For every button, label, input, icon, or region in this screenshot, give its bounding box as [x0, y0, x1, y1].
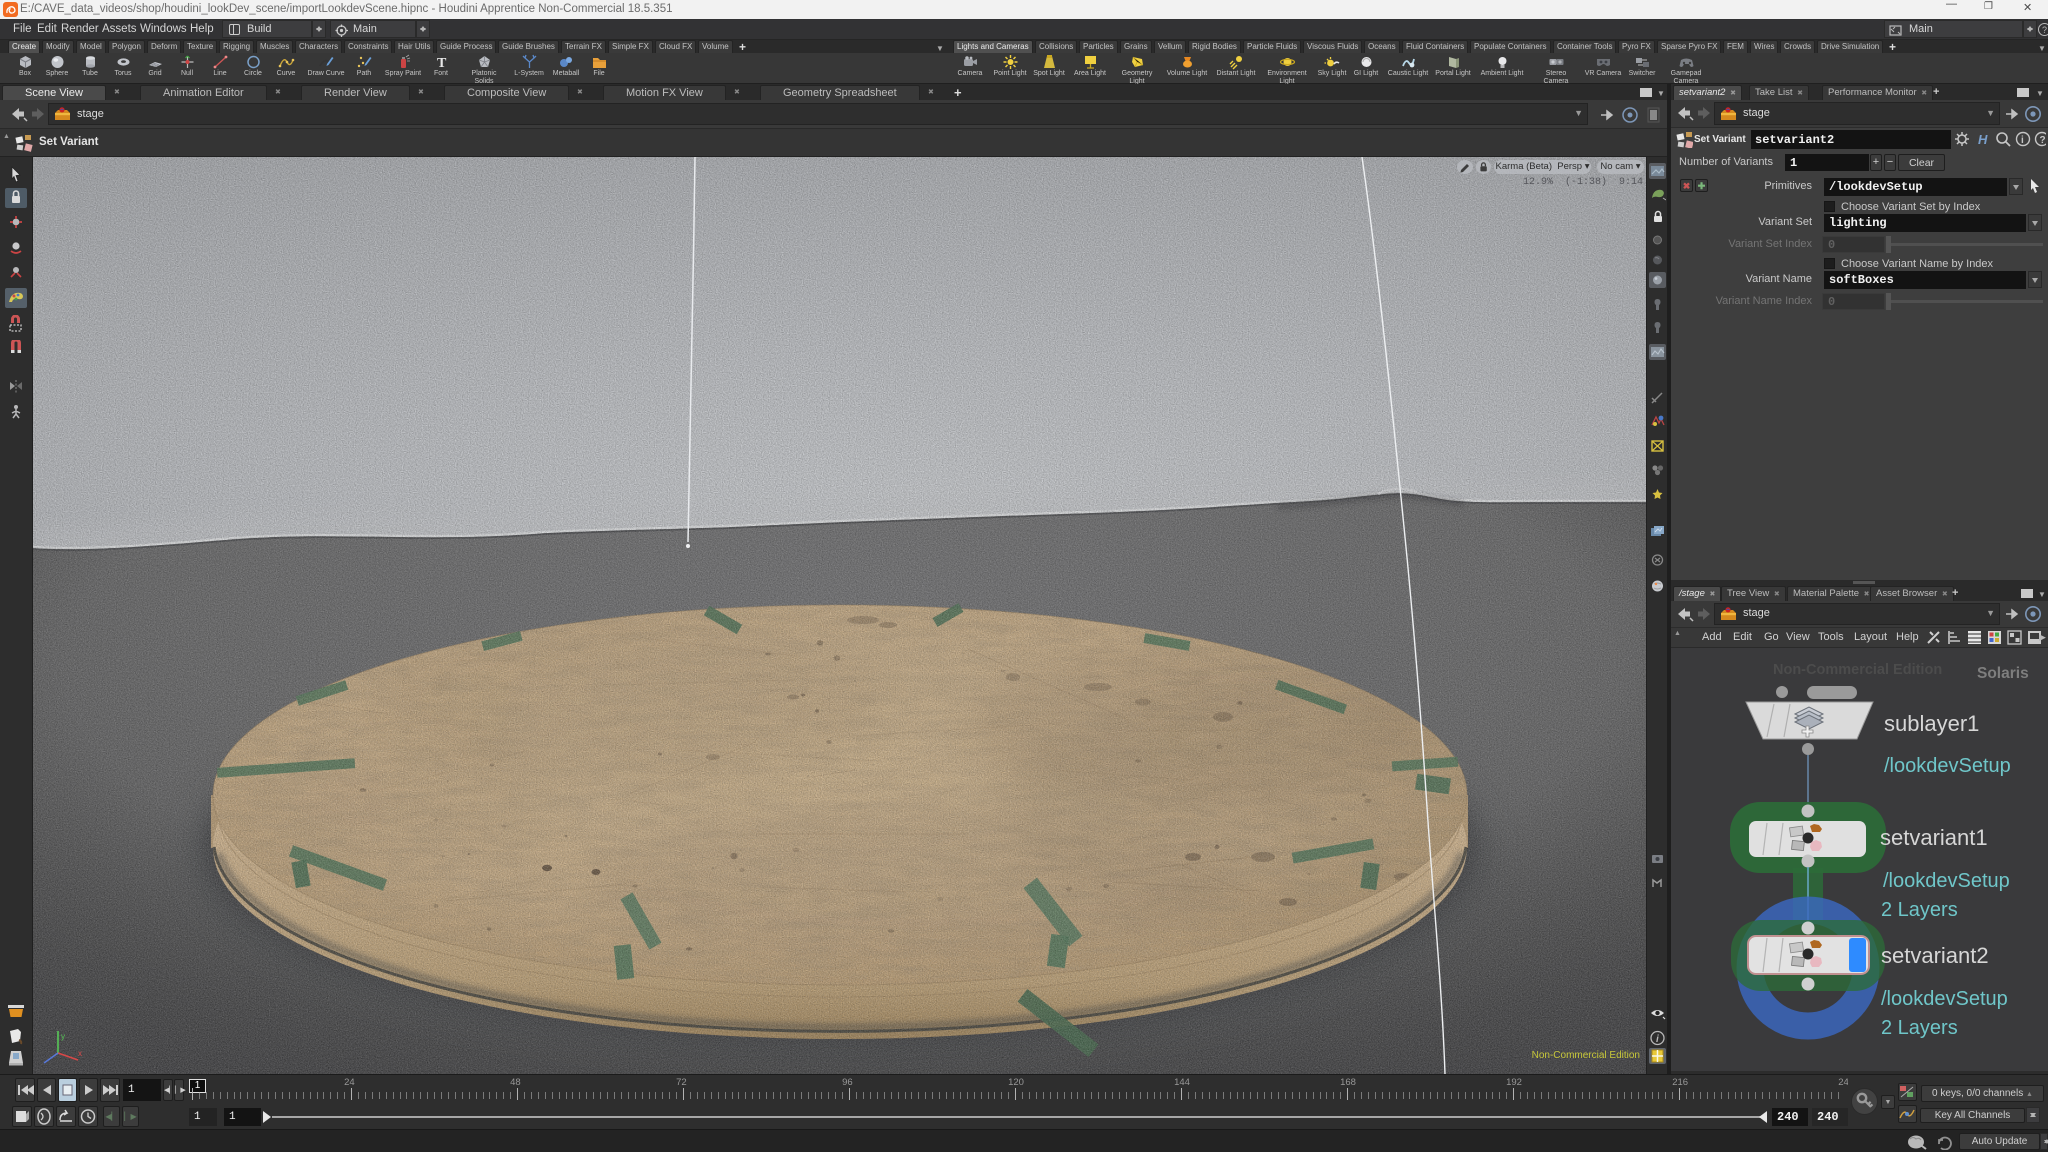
- svg-text:H: H: [1978, 132, 1988, 147]
- svg-text:x: x: [78, 1049, 82, 1058]
- svg-text:T: T: [437, 56, 447, 70]
- svg-text:?: ?: [2040, 135, 2046, 146]
- svg-text:/lookdevSetup: /lookdevSetup: [1883, 870, 2010, 892]
- svg-text:Non-Commercial Edition: Non-Commercial Edition: [1773, 662, 1942, 678]
- svg-text:Solaris: Solaris: [1977, 665, 2029, 682]
- svg-text:i: i: [2021, 135, 2024, 146]
- svg-text:sublayer1: sublayer1: [1884, 711, 1979, 736]
- svg-text:setvariant2: setvariant2: [1881, 943, 1989, 968]
- svg-text:2 Layers: 2 Layers: [1881, 899, 1958, 921]
- svg-text:y: y: [61, 1032, 65, 1041]
- svg-text:2 Layers: 2 Layers: [1881, 1017, 1958, 1039]
- svg-text:/lookdevSetup: /lookdevSetup: [1884, 755, 2011, 777]
- svg-text:i: i: [1656, 1034, 1659, 1045]
- svg-text:setvariant1: setvariant1: [1880, 825, 1988, 850]
- svg-text:/lookdevSetup: /lookdevSetup: [1881, 988, 2008, 1010]
